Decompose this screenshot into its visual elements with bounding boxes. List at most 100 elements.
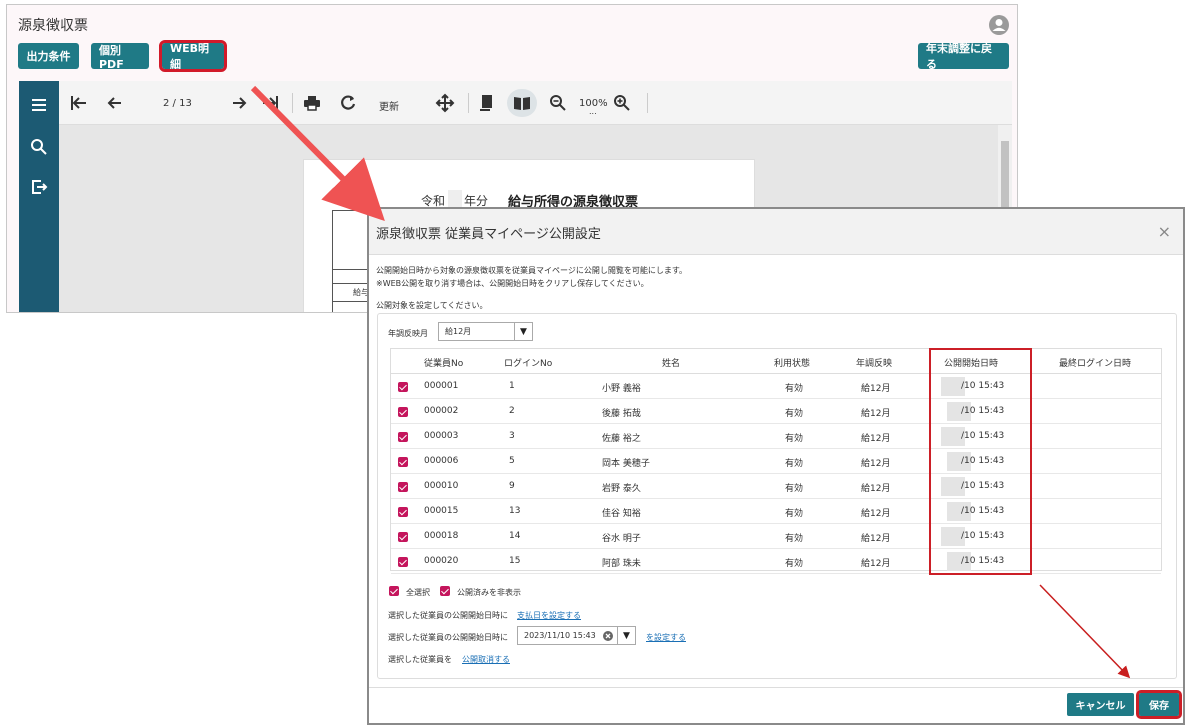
user-avatar-icon[interactable]	[989, 15, 1009, 35]
table-row[interactable]: 000015 13 佳谷 知裕 有効 給12月/10 15:43	[391, 499, 1161, 524]
row-checkbox[interactable]	[398, 457, 408, 467]
col-employee-no[interactable]: 従業員No	[424, 356, 463, 369]
close-icon[interactable]: ×	[1158, 222, 1171, 241]
book-view-icon[interactable]	[512, 93, 532, 113]
row-checkbox[interactable]	[398, 407, 408, 417]
set-payday-link[interactable]: 支払日を設定する	[517, 610, 581, 621]
cell-status: 有効	[785, 559, 804, 569]
filter-label: 年調反映月	[388, 329, 428, 338]
pan-icon[interactable]	[435, 93, 455, 113]
single-page-icon[interactable]	[477, 93, 497, 113]
cell-name: 後藤 拓哉	[602, 409, 641, 419]
description-line-3: 公開対象を設定してください。	[376, 301, 488, 310]
export-icon[interactable]	[29, 177, 49, 197]
row-checkbox[interactable]	[398, 532, 408, 542]
cell-reflect: 給12月	[861, 409, 891, 419]
select-all-label: 全選択	[406, 588, 430, 597]
cell-name: 谷水 明子	[602, 534, 641, 544]
select-all-checkbox[interactable]	[389, 586, 399, 596]
action2-text: 選択した従業員の公開開始日時に	[388, 633, 508, 642]
row-checkbox[interactable]	[398, 507, 408, 517]
cell-status: 有効	[785, 384, 804, 394]
table-row[interactable]: 000020 15 阿部 珠未 有効 給12月/10 15:43	[391, 549, 1161, 574]
refresh-label[interactable]: 更新	[379, 98, 399, 113]
clear-icon[interactable]	[603, 631, 613, 641]
cell-reflect: 給12月	[861, 484, 891, 494]
cell-employee-no: 000006	[424, 456, 459, 466]
output-conditions-button[interactable]: 出力条件	[18, 43, 79, 69]
table-row[interactable]: 000003 3 佐藤 裕之 有効 給12月/10 15:43	[391, 424, 1161, 449]
toolbar-divider	[292, 93, 293, 113]
cell-login-no: 1	[509, 381, 515, 391]
cell-status: 有効	[785, 459, 804, 469]
cell-employee-no: 000015	[424, 506, 459, 516]
description-line-1: 公開開始日時から対象の源泉徴収票を従業員マイページに公開し閲覧を可能にします。	[376, 266, 688, 275]
action1-text: 選択した従業員の公開開始日時に	[388, 611, 508, 620]
cell-reflect: 給12月	[861, 559, 891, 569]
cancel-publish-link[interactable]: 公開取消する	[462, 654, 510, 665]
action3-text: 選択した従業員を	[388, 655, 452, 664]
cell-login-no: 3	[509, 431, 515, 441]
hide-published-checkbox[interactable]	[440, 586, 450, 596]
row-checkbox[interactable]	[398, 382, 408, 392]
cell-employee-no: 000020	[424, 556, 459, 566]
last-page-icon[interactable]	[260, 93, 280, 113]
print-icon[interactable]	[302, 93, 322, 113]
zoom-in-icon[interactable]	[612, 93, 632, 113]
table-row[interactable]: 000001 1 小野 義裕 有効 給12月/10 15:43	[391, 374, 1161, 399]
dropdown-arrow-icon[interactable]: ▼	[617, 627, 635, 644]
next-page-icon[interactable]	[229, 93, 249, 113]
dropdown-arrow-icon: ▼	[514, 323, 532, 340]
dialog-title: 源泉徴収票 従業員マイページ公開設定	[376, 227, 601, 242]
row-checkbox[interactable]	[398, 482, 408, 492]
reflect-month-value: 給12月	[445, 327, 472, 336]
search-icon[interactable]	[29, 137, 49, 157]
page-indicator[interactable]: 2 / 13	[163, 98, 192, 109]
save-button[interactable]: 保存	[1136, 690, 1182, 719]
publish-datetime-input[interactable]: 2023/11/10 15:43 ▼	[517, 626, 636, 645]
cancel-button[interactable]: キャンセル	[1067, 693, 1134, 716]
cell-reflect: 給12月	[861, 384, 891, 394]
hide-published-label: 公開済みを非表示	[457, 588, 521, 597]
cell-name: 佐藤 裕之	[602, 434, 641, 444]
table-row[interactable]: 000002 2 後藤 拓哉 有効 給12月/10 15:43	[391, 399, 1161, 424]
cell-login-no: 15	[509, 556, 521, 566]
cell-employee-no: 000001	[424, 381, 459, 391]
cell-reflect: 給12月	[861, 534, 891, 544]
zoom-out-icon[interactable]	[548, 93, 568, 113]
table-row[interactable]: 000018 14 谷水 明子 有効 給12月/10 15:43	[391, 524, 1161, 549]
row-checkbox[interactable]	[398, 432, 408, 442]
prev-page-icon[interactable]	[105, 93, 125, 113]
col-last-login[interactable]: 最終ログイン日時	[1059, 356, 1131, 369]
row-checkbox[interactable]	[398, 557, 408, 567]
page-title: 源泉徴収票	[18, 18, 88, 34]
cell-login-no: 9	[509, 481, 515, 491]
cell-employee-no: 000010	[424, 481, 459, 491]
first-page-icon[interactable]	[69, 93, 89, 113]
publish-column-highlight	[929, 348, 1032, 575]
cell-login-no: 13	[509, 506, 521, 516]
col-name[interactable]: 姓名	[662, 356, 680, 369]
col-login-no[interactable]: ログインNo	[504, 356, 552, 369]
cell-login-no: 2	[509, 406, 515, 416]
dialog-header: 源泉徴収票 従業員マイページ公開設定 ×	[369, 209, 1183, 255]
web-detail-button[interactable]: WEB明細	[159, 40, 227, 72]
cell-reflect: 給12月	[861, 509, 891, 519]
description-line-2: ※WEB公開を取り消す場合は、公開開始日時をクリアし保存してください。	[376, 279, 649, 288]
back-to-year-end-button[interactable]: 年末調整に戻る	[918, 42, 1009, 71]
table-row[interactable]: 000010 9 岩野 泰久 有効 給12月/10 15:43	[391, 474, 1161, 499]
cell-name: 小野 義裕	[602, 384, 641, 394]
employee-table: 従業員No ログインNo 姓名 利用状態 年調反映 公開開始日時 最終ログイン日…	[390, 348, 1162, 574]
menu-icon[interactable]	[29, 95, 49, 115]
viewer-sidebar	[19, 81, 59, 312]
col-status[interactable]: 利用状態	[774, 356, 810, 369]
set-datetime-link[interactable]: を設定する	[646, 632, 686, 643]
cell-name: 岩野 泰久	[602, 484, 641, 494]
individual-pdf-button[interactable]: 個別PDF	[91, 43, 149, 71]
reflect-month-select[interactable]: 給12月 ▼	[438, 322, 533, 341]
refresh-icon[interactable]	[338, 93, 358, 113]
col-reflect[interactable]: 年調反映	[856, 356, 892, 369]
publish-datetime-value: 2023/11/10 15:43	[524, 631, 596, 640]
table-row[interactable]: 000006 5 岡本 美穂子 有効 給12月/10 15:43	[391, 449, 1161, 474]
viewer-toolbar: 2 / 13 更新 100% ...	[59, 81, 1012, 125]
